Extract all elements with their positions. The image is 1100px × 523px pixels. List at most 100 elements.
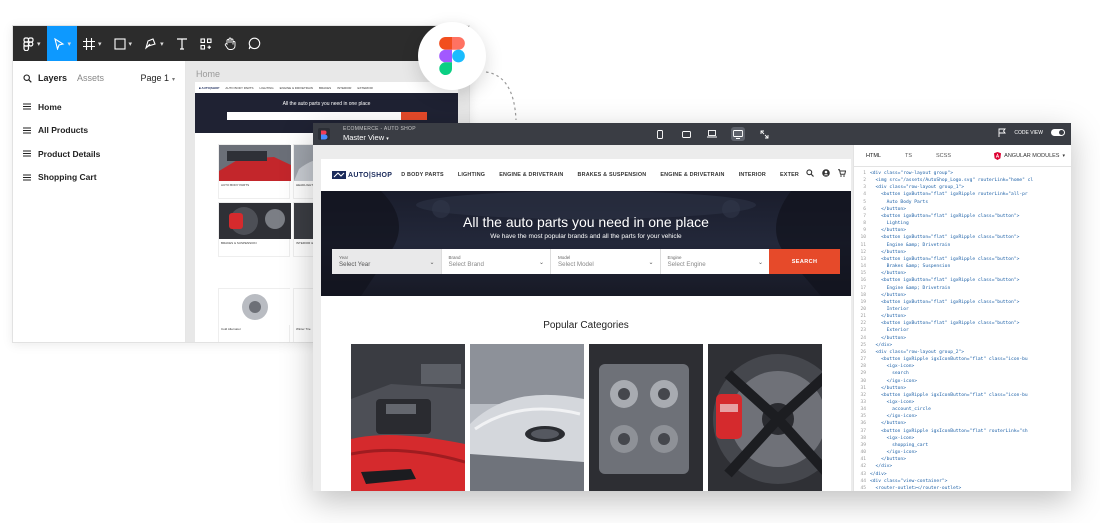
fullscreen-button[interactable]: [757, 127, 771, 141]
nav-exterior[interactable]: EXTER: [780, 172, 799, 178]
desktop-view-button[interactable]: [731, 127, 745, 141]
code-line[interactable]: 40 </igx-icon>: [854, 449, 1071, 456]
code-line[interactable]: 26 <div class="row-layout group_2">: [854, 349, 1071, 356]
code-view-toggle[interactable]: [1051, 129, 1065, 136]
code-line[interactable]: 4 <button igxButton="flat" igxRipple rou…: [854, 191, 1071, 198]
laptop-view-button[interactable]: [705, 127, 719, 141]
code-line[interactable]: 33 <igx-icon>: [854, 399, 1071, 406]
nav-brakes-suspension[interactable]: BRAKES & SUSPENSION: [578, 172, 647, 178]
comment-tool[interactable]: [242, 26, 267, 61]
view-selector[interactable]: Master View ▾: [343, 133, 416, 142]
move-tool[interactable]: ▾: [46, 26, 78, 61]
nav-lighting[interactable]: LIGHTING: [458, 172, 485, 178]
category-card-brakes[interactable]: [708, 344, 822, 491]
code-line[interactable]: 31 </button>: [854, 385, 1071, 392]
code-line[interactable]: 12 </button>: [854, 249, 1071, 256]
code-line[interactable]: 2 <img src="/assets/AutoShop_Logo.svg" r…: [854, 177, 1071, 184]
code-line[interactable]: 42 </div>: [854, 463, 1071, 470]
resources-tool[interactable]: [194, 26, 218, 61]
code-editor[interactable]: 1 <div class="row-layout group"> 2 <img sr…: [854, 170, 1071, 491]
code-line[interactable]: 36 </button>: [854, 420, 1071, 427]
text-tool[interactable]: [170, 26, 194, 61]
code-line[interactable]: 9 </button>: [854, 227, 1071, 234]
site-logo[interactable]: AUTO|SHOP: [332, 171, 392, 179]
code-line[interactable]: 37 <button igxRipple igxIconButton="flat…: [854, 428, 1071, 435]
layer-item-shopping-cart[interactable]: Shopping Cart: [13, 166, 185, 190]
code-line[interactable]: 8 Lighting: [854, 220, 1071, 227]
frame-title[interactable]: Home: [196, 69, 220, 79]
code-line[interactable]: 3 <div class="row-layout group_1">: [854, 184, 1071, 191]
code-line[interactable]: 15 </button>: [854, 270, 1071, 277]
brand-select[interactable]: Brand Select Brand ⌄: [440, 249, 550, 274]
code-line[interactable]: 18 </button>: [854, 292, 1071, 299]
code-line[interactable]: 44 <div class="view-container">: [854, 478, 1071, 485]
nav-engine-drivetrain-2[interactable]: ENGINE & DRIVETRAIN: [660, 172, 724, 178]
code-line[interactable]: 28 <igx-icon>: [854, 363, 1071, 370]
code-line[interactable]: 20 Interior: [854, 306, 1071, 313]
code-line[interactable]: 19 <button igxButton="flat" igxRipple cl…: [854, 299, 1071, 306]
code-line[interactable]: 34 account_circle: [854, 406, 1071, 413]
code-line[interactable]: 30 </igx-icon>: [854, 378, 1071, 385]
code-line[interactable]: 43 </div>: [854, 471, 1071, 478]
hand-tool[interactable]: [218, 26, 242, 61]
code-line[interactable]: 45 <router-outlet></router-outlet>: [854, 485, 1071, 491]
tab-assets[interactable]: Assets: [77, 73, 104, 83]
page-selector[interactable]: Page 1 ▾: [140, 73, 175, 83]
code-line[interactable]: 22 <button igxButton="flat" igxRipple cl…: [854, 320, 1071, 327]
code-line[interactable]: 25 </div>: [854, 342, 1071, 349]
search-button[interactable]: SEARCH: [769, 249, 840, 274]
phone-view-button[interactable]: [653, 127, 667, 141]
nav-auto-body-parts[interactable]: D BODY PARTS: [401, 172, 444, 178]
code-line[interactable]: 24 </button>: [854, 335, 1071, 342]
frame-tool[interactable]: ▾: [77, 26, 108, 61]
year-select[interactable]: Year Select Year ⌄: [332, 249, 441, 274]
category-card-body[interactable]: [470, 344, 584, 491]
tab-scss[interactable]: SCSS: [936, 153, 951, 159]
shopping-cart-icon[interactable]: [838, 169, 846, 177]
category-card-engine[interactable]: [351, 344, 465, 491]
tab-layers[interactable]: Layers: [38, 73, 67, 83]
flag-icon[interactable]: [998, 128, 1007, 137]
pen-tool[interactable]: ▾: [138, 26, 170, 61]
model-select[interactable]: Model Select Model ⌄: [550, 249, 660, 274]
nav-interior[interactable]: INTERIOR: [739, 172, 766, 178]
code-line[interactable]: 21 </button>: [854, 313, 1071, 320]
code-line[interactable]: 23 Exterior: [854, 327, 1071, 334]
code-line[interactable]: 10 <button igxButton="flat" igxRipple cl…: [854, 234, 1071, 241]
code-line[interactable]: 16 <button igxButton="flat" igxRipple cl…: [854, 277, 1071, 284]
code-line[interactable]: 1 <div class="row-layout group">: [854, 170, 1071, 177]
code-line[interactable]: 35 </igx-icon>: [854, 413, 1071, 420]
layer-item-product-details[interactable]: Product Details: [13, 142, 185, 166]
tablet-view-button[interactable]: [679, 127, 693, 141]
shape-tool[interactable]: ▾: [108, 26, 139, 61]
code-line[interactable]: 17 Engine &amp; Drivetrain: [854, 285, 1071, 292]
search-icon[interactable]: [806, 169, 814, 177]
code-line[interactable]: 39 shopping_cart: [854, 442, 1071, 449]
layer-item-home[interactable]: Home: [13, 95, 185, 119]
code-line[interactable]: 5 Auto Body Parts: [854, 199, 1071, 206]
account-circle-icon[interactable]: [822, 169, 830, 177]
category-card-engine-parts[interactable]: [589, 344, 703, 491]
code-line[interactable]: 6 </button>: [854, 206, 1071, 213]
project-info[interactable]: ECOMMERCE - AUTO SHOP Master View ▾: [343, 126, 416, 142]
code-line[interactable]: 13 <button igxButton="flat" igxRipple cl…: [854, 256, 1071, 263]
figma-main-menu[interactable]: ▾: [17, 26, 47, 61]
code-line[interactable]: 32 <button igxRipple igxIconButton="flat…: [854, 392, 1071, 399]
tab-ts[interactable]: TS: [905, 153, 912, 159]
app-builder-logo[interactable]: [313, 123, 335, 145]
website-preview[interactable]: AUTO|SHOP D BODY PARTS LIGHTING ENGINE &…: [321, 159, 851, 491]
design-canvas[interactable]: AUTO|SHOP D BODY PARTS LIGHTING ENGINE &…: [313, 145, 853, 491]
layer-item-all-products[interactable]: All Products: [13, 119, 185, 143]
angular-modules-selector[interactable]: ANGULAR MODULES ▾: [994, 151, 1065, 160]
tab-html[interactable]: HTML: [866, 153, 881, 159]
code-line[interactable]: 38 <igx-icon>: [854, 435, 1071, 442]
code-line[interactable]: 14 Brakes &amp; Suspension: [854, 263, 1071, 270]
nav-engine-drivetrain[interactable]: ENGINE & DRIVETRAIN: [499, 172, 563, 178]
code-line[interactable]: 41 </button>: [854, 456, 1071, 463]
engine-select[interactable]: Engine Select Engine ⌄: [659, 249, 769, 274]
search-icon[interactable]: [23, 73, 32, 83]
code-line[interactable]: 11 Engine &amp; Drivetrain: [854, 242, 1071, 249]
code-line[interactable]: 29 search: [854, 370, 1071, 377]
code-line[interactable]: 7 <button igxButton="flat" igxRipple cla…: [854, 213, 1071, 220]
code-line[interactable]: 27 <button igxRipple igxIconButton="flat…: [854, 356, 1071, 363]
